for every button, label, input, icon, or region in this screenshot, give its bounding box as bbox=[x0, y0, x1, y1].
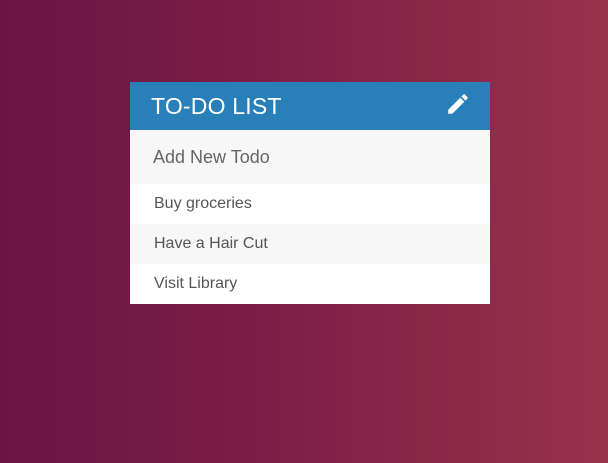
card-header: TO-DO LIST bbox=[130, 82, 490, 130]
todo-item[interactable]: Have a Hair Cut bbox=[130, 224, 490, 264]
todo-list: Buy groceries Have a Hair Cut Visit Libr… bbox=[130, 184, 490, 304]
card-title: TO-DO LIST bbox=[151, 92, 282, 119]
pencil-icon[interactable] bbox=[445, 91, 471, 117]
todo-item[interactable]: Visit Library bbox=[130, 264, 490, 304]
todo-card: TO-DO LIST Buy groceries Have a Hair Cut… bbox=[130, 82, 490, 304]
todo-item[interactable]: Buy groceries bbox=[130, 184, 490, 224]
add-todo-input[interactable] bbox=[153, 146, 467, 168]
add-todo-row bbox=[130, 130, 490, 184]
